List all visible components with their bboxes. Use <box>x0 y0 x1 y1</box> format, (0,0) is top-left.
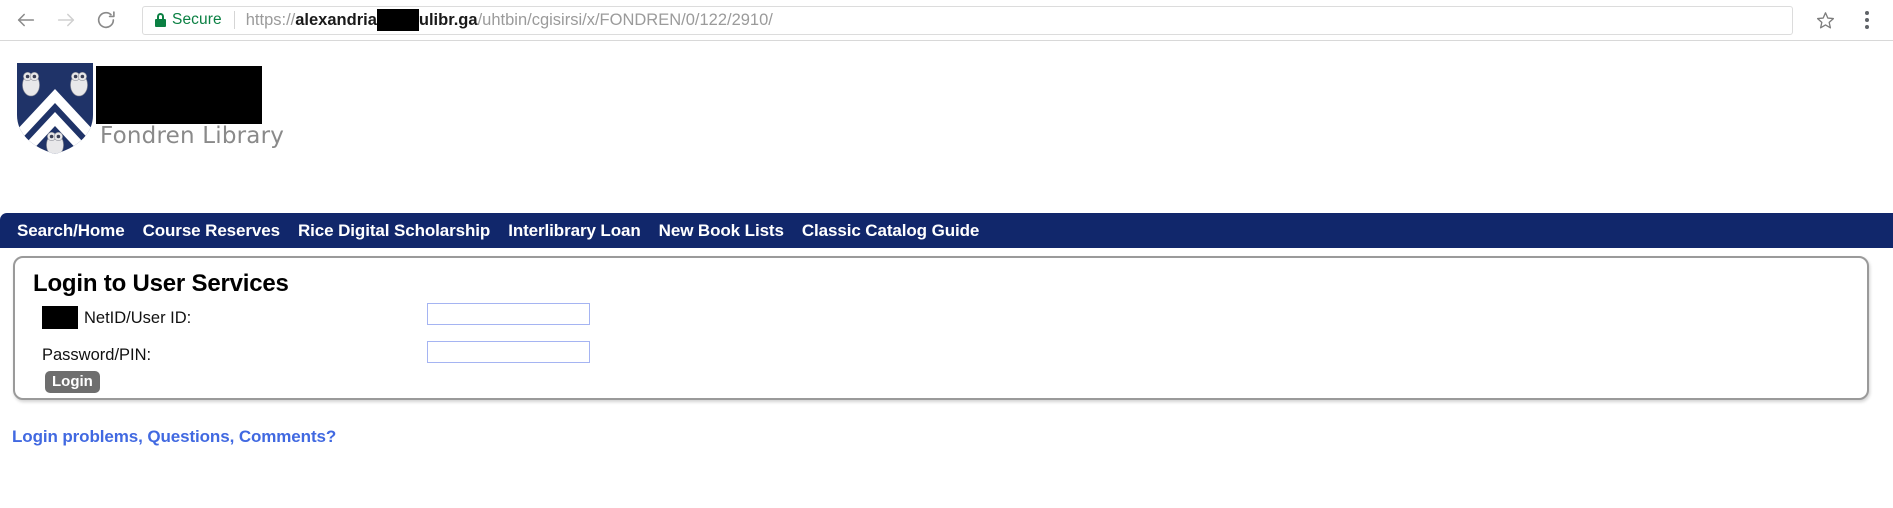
library-name-label: Fondren Library <box>100 123 285 149</box>
login-panel: Login to User Services NetID/User ID: Pa… <box>13 256 1869 400</box>
username-label: NetID/User ID: <box>42 306 191 329</box>
site-logo[interactable]: Fondren Library <box>12 57 285 167</box>
nav-item-new-book-lists[interactable]: New Book Lists <box>650 213 793 248</box>
url-path: /uhtbin/cgisirsi/x/FONDREN/0/122/2910/ <box>477 10 773 29</box>
security-status-label: Secure <box>172 11 222 28</box>
username-row: NetID/User ID: <box>15 303 1867 332</box>
nav-item-search-home[interactable]: Search/Home <box>8 213 134 248</box>
password-label: Password/PIN: <box>42 344 151 366</box>
arrow-right-icon <box>57 13 75 27</box>
nav-item-classic-catalog-guide[interactable]: Classic Catalog Guide <box>793 213 988 248</box>
browser-menu-button[interactable] <box>1847 0 1887 40</box>
omnibox-divider <box>233 11 235 29</box>
url-host-start: alexandria <box>295 10 377 29</box>
nav-item-course-reserves[interactable]: Course Reserves <box>134 213 289 248</box>
bookmark-button[interactable] <box>1803 0 1847 40</box>
nav-item-rice-digital-scholarship[interactable]: Rice Digital Scholarship <box>289 213 499 248</box>
password-label-text: Password/PIN: <box>42 346 152 364</box>
reload-button[interactable] <box>86 0 126 40</box>
reload-icon <box>97 11 115 29</box>
browser-toolbar: Secure https://alexandria ulibr.ga/uhtbin… <box>0 0 1893 41</box>
login-help-link[interactable]: Login problems, Questions, Comments? <box>12 427 336 447</box>
nav-item-interlibrary-loan[interactable]: Interlibrary Loan <box>499 213 649 248</box>
url-redaction-box <box>376 9 419 31</box>
main-navigation: Search/Home Course Reserves Rice Digital… <box>0 213 1893 248</box>
arrow-left-icon <box>17 13 35 27</box>
three-dot-menu-icon <box>1865 11 1869 15</box>
password-row: Password/PIN: <box>15 341 1867 370</box>
password-input[interactable] <box>427 341 590 363</box>
username-redaction-box <box>42 306 78 329</box>
url-scheme: https:// <box>245 10 296 29</box>
username-input[interactable] <box>427 303 590 325</box>
rice-owl-shield-logo <box>17 63 93 154</box>
back-button[interactable] <box>6 0 46 40</box>
url-text: https://alexandria ulibr.ga/uhtbin/cgisir… <box>246 9 773 31</box>
forward-button[interactable] <box>46 0 86 40</box>
login-button[interactable]: Login <box>45 371 100 393</box>
page-title: Login to User Services <box>33 270 289 297</box>
star-icon <box>1816 11 1834 29</box>
lock-icon <box>155 13 166 27</box>
wordmark-redaction-box <box>96 66 262 124</box>
url-host-end: ulibr.ga <box>418 10 478 29</box>
username-label-text: NetID/User ID: <box>84 308 192 327</box>
page-content: Fondren Library Search/Home Course Reser… <box>0 41 1893 508</box>
address-bar[interactable]: Secure https://alexandria ulibr.ga/uhtbin… <box>142 5 1793 35</box>
